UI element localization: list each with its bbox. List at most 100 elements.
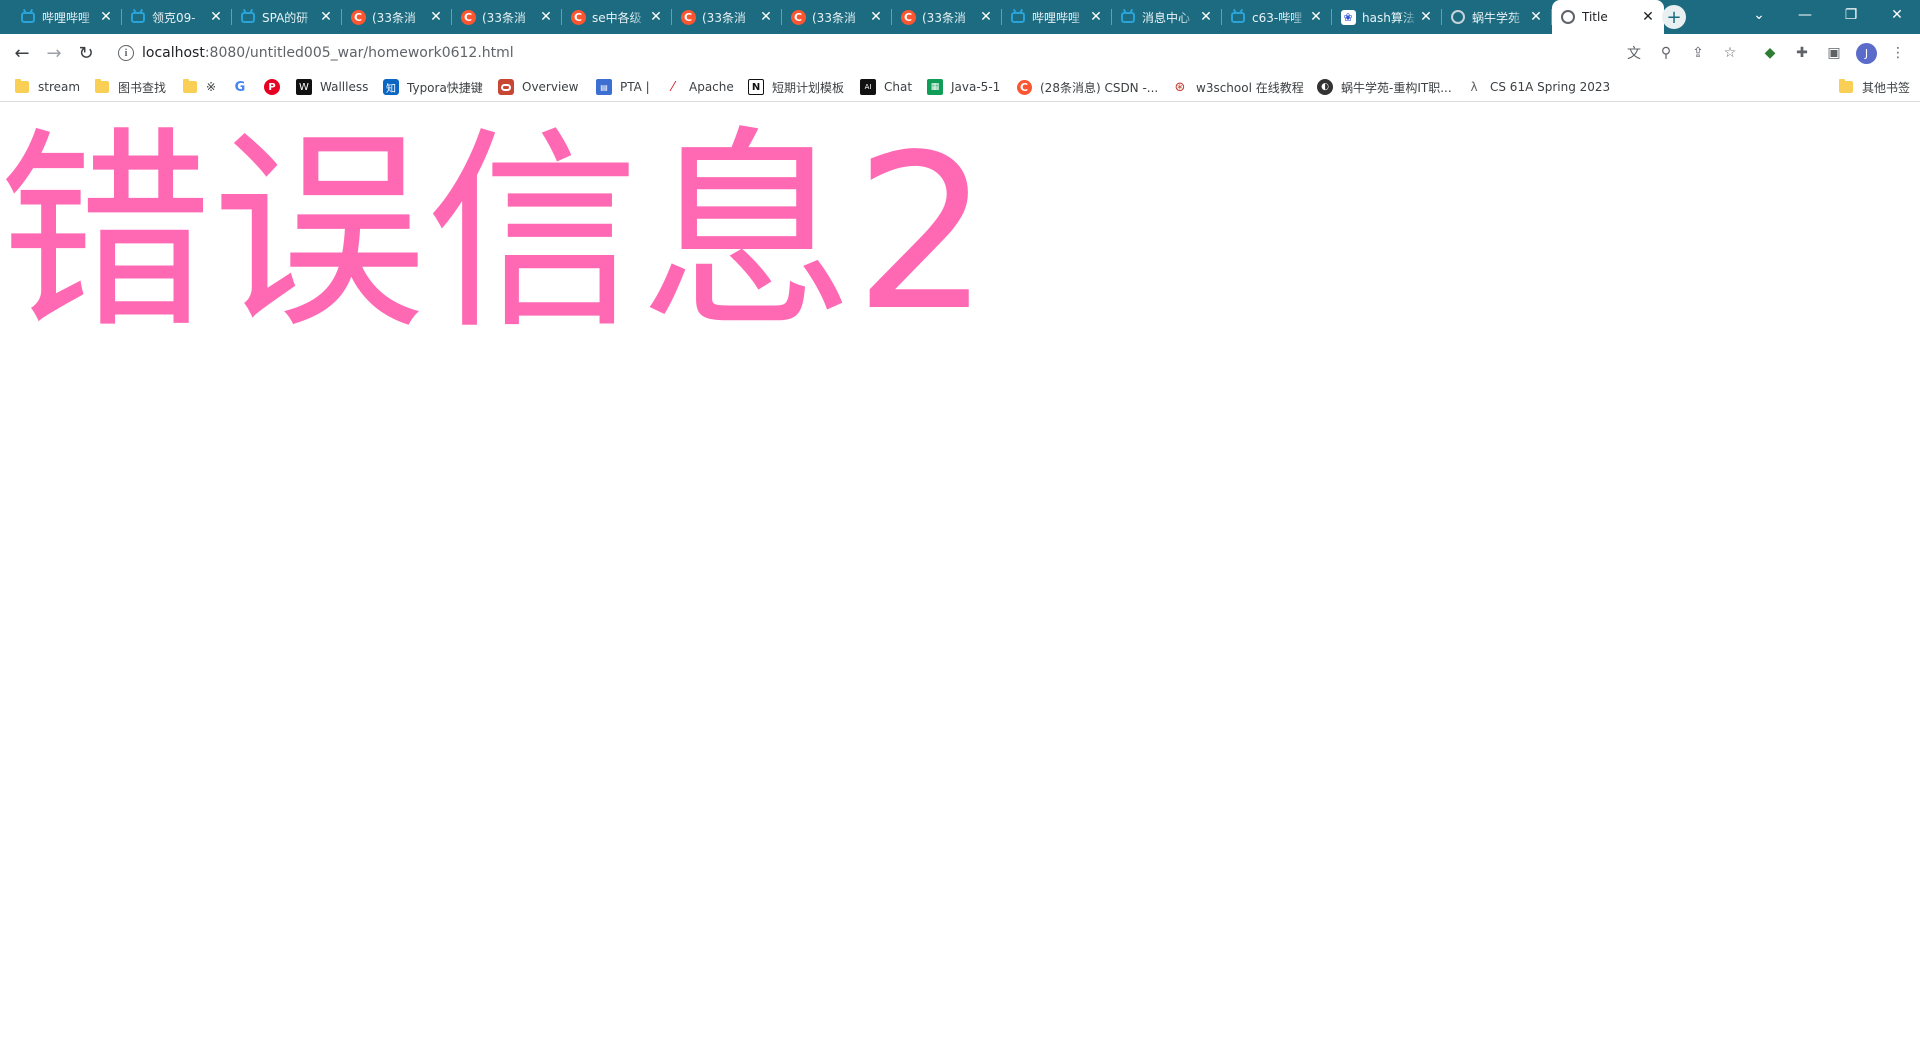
bookmark-snail[interactable]: ◐ 蜗牛学苑-重构IT职... bbox=[1317, 77, 1452, 97]
address-bar[interactable]: i localhost:8080/untitled005_war/homewor… bbox=[108, 38, 1674, 68]
forward-button[interactable]: → bbox=[40, 39, 68, 67]
bookmark-label: Apache bbox=[689, 80, 734, 94]
bookmark-typora[interactable]: 知 Typora快捷键 bbox=[383, 77, 483, 97]
tab-8[interactable]: C (33条消 ✕ bbox=[892, 0, 1002, 34]
close-icon[interactable]: ✕ bbox=[98, 9, 114, 25]
close-icon[interactable]: ✕ bbox=[1088, 9, 1104, 25]
share-icon[interactable]: ⇪ bbox=[1688, 43, 1708, 63]
tab-3[interactable]: C (33条消 ✕ bbox=[342, 0, 452, 34]
bookmark-wallless[interactable]: W Wallless bbox=[296, 77, 368, 97]
close-icon[interactable]: ✕ bbox=[1418, 9, 1434, 25]
extensions-puzzle-icon[interactable]: ✚ bbox=[1792, 43, 1812, 63]
folder-icon bbox=[14, 79, 30, 95]
menu-icon[interactable]: ⋮ bbox=[1888, 43, 1908, 63]
back-button[interactable]: ← bbox=[8, 39, 36, 67]
tab-1[interactable]: 领克09- ✕ bbox=[122, 0, 232, 34]
close-icon[interactable]: ✕ bbox=[1640, 9, 1656, 25]
close-icon[interactable]: ✕ bbox=[868, 9, 884, 25]
tab-title: Title bbox=[1582, 10, 1608, 24]
bookmark-java[interactable]: ▦ Java-5-1 bbox=[927, 77, 1000, 97]
lambda-icon: λ bbox=[1470, 80, 1478, 94]
tab-title: 消息中心 bbox=[1142, 10, 1191, 25]
tab-14-active[interactable]: Title ✕ bbox=[1552, 0, 1664, 34]
tab-11[interactable]: c63-哔哩 ✕ bbox=[1222, 0, 1332, 34]
pinterest-icon: P bbox=[264, 79, 280, 95]
tab-6[interactable]: C (33条消 ✕ bbox=[672, 0, 782, 34]
bookmark-w3school[interactable]: ⊛ w3school 在线教程 bbox=[1172, 77, 1304, 97]
bookmark-csdn[interactable]: C (28条消息) CSDN -... bbox=[1016, 77, 1158, 97]
tab-0[interactable]: 哔哩哔哩 ✕ bbox=[12, 0, 122, 34]
bookmark-google[interactable]: G bbox=[232, 77, 256, 97]
tab-13[interactable]: 蜗牛学苑 ✕ bbox=[1442, 0, 1552, 34]
minimize-button[interactable]: — bbox=[1782, 0, 1828, 30]
tab-title: (33条消 bbox=[812, 10, 856, 25]
profile-avatar[interactable]: J bbox=[1856, 43, 1877, 64]
bilibili-icon bbox=[20, 9, 36, 25]
bookmark-pta[interactable]: ▤ PTA | bbox=[596, 77, 650, 97]
tab-10[interactable]: 消息中心 ✕ bbox=[1112, 0, 1222, 34]
apache-feather-icon: ⁄ bbox=[671, 79, 675, 95]
url-path: :8080/untitled005_war/homework0612.html bbox=[204, 45, 514, 61]
tab-title: (33条消 bbox=[482, 10, 526, 25]
bilibili-icon bbox=[240, 9, 256, 25]
site-info-icon[interactable]: i bbox=[118, 45, 134, 61]
bookmark-pinterest[interactable]: P bbox=[264, 77, 288, 97]
tab-12[interactable]: ❀ hash算法 ✕ bbox=[1332, 0, 1442, 34]
bilibili-icon bbox=[1010, 9, 1026, 25]
restore-button[interactable]: ❐ bbox=[1828, 0, 1874, 30]
bookmark-overview[interactable]: Overview bbox=[498, 77, 579, 97]
csdn-icon: C bbox=[570, 9, 586, 25]
bookmark-chat[interactable]: AI Chat bbox=[860, 77, 912, 97]
close-icon[interactable]: ✕ bbox=[208, 9, 224, 25]
csdn-icon: C bbox=[790, 9, 806, 25]
pta-icon: ▤ bbox=[596, 79, 612, 95]
reload-button[interactable]: ↻ bbox=[72, 39, 100, 67]
bookmark-label: stream bbox=[38, 80, 81, 94]
tab-title: c63-哔哩 bbox=[1252, 10, 1303, 25]
csdn-icon: C bbox=[680, 9, 696, 25]
tab-title: 哔哩哔哩 bbox=[42, 10, 91, 25]
tab-search-icon[interactable]: ⌄ bbox=[1736, 0, 1782, 30]
close-icon[interactable]: ✕ bbox=[648, 9, 664, 25]
bookmark-folder-mark[interactable]: ※ bbox=[182, 77, 216, 97]
close-window-button[interactable]: ✕ bbox=[1874, 0, 1920, 30]
close-icon[interactable]: ✕ bbox=[538, 9, 554, 25]
browser-toolbar: ← → ↻ i localhost:8080/untitled005_war/h… bbox=[0, 34, 1920, 72]
tab-title: 哔哩哔哩 bbox=[1032, 10, 1081, 25]
folder-icon bbox=[94, 79, 110, 95]
bookmark-notion[interactable]: N 短期计划模板 bbox=[748, 77, 844, 97]
bookmark-label: ※ bbox=[206, 80, 217, 94]
bookmark-folder-books[interactable]: 图书查找 bbox=[94, 77, 166, 97]
close-icon[interactable]: ✕ bbox=[318, 9, 334, 25]
bookmark-folder-stream[interactable]: stream bbox=[14, 77, 80, 97]
notion-icon: N bbox=[748, 79, 764, 95]
close-icon[interactable]: ✕ bbox=[1528, 9, 1544, 25]
tab-2[interactable]: SPA的研 ✕ bbox=[232, 0, 342, 34]
tab-9[interactable]: 哔哩哔哩 ✕ bbox=[1002, 0, 1112, 34]
other-bookmarks[interactable]: 其他书签 bbox=[1838, 77, 1910, 97]
close-icon[interactable]: ✕ bbox=[1198, 9, 1214, 25]
translate-icon[interactable]: 文 bbox=[1624, 43, 1644, 63]
side-panel-icon[interactable]: ▣ bbox=[1824, 43, 1844, 63]
globe-icon bbox=[1560, 9, 1576, 25]
extension-icon[interactable]: ◆ bbox=[1760, 43, 1780, 63]
bookmark-cs61a[interactable]: λ CS 61A Spring 2023 bbox=[1466, 77, 1610, 97]
sheets-icon: ▦ bbox=[927, 79, 943, 95]
bookmark-label: Typora快捷键 bbox=[407, 80, 483, 95]
zoom-icon[interactable]: ⚲ bbox=[1656, 43, 1676, 63]
close-icon[interactable]: ✕ bbox=[428, 9, 444, 25]
bookmark-star-icon[interactable]: ☆ bbox=[1720, 43, 1740, 63]
tab-title: (33条消 bbox=[922, 10, 966, 25]
new-tab-button[interactable]: + bbox=[1662, 5, 1686, 29]
close-icon[interactable]: ✕ bbox=[758, 9, 774, 25]
tab-5[interactable]: Cse中各级 ✕ bbox=[562, 0, 672, 34]
bookmark-apache[interactable]: ⁄ Apache bbox=[665, 77, 734, 97]
tab-4[interactable]: C (33条消 ✕ bbox=[452, 0, 562, 34]
tab-strip: 哔哩哔哩 ✕ 领克09- ✕ SPA的研 ✕ C (33条消 ✕ C (33条消 ✕ Cse中… bbox=[0, 0, 1920, 34]
close-icon[interactable]: ✕ bbox=[978, 9, 994, 25]
tab-7[interactable]: C (33条消 ✕ bbox=[782, 0, 892, 34]
tab-title: SPA的研 bbox=[262, 10, 309, 25]
bilibili-icon bbox=[1120, 9, 1136, 25]
close-icon[interactable]: ✕ bbox=[1308, 9, 1324, 25]
bookmark-label: (28条消息) CSDN -... bbox=[1040, 80, 1159, 95]
